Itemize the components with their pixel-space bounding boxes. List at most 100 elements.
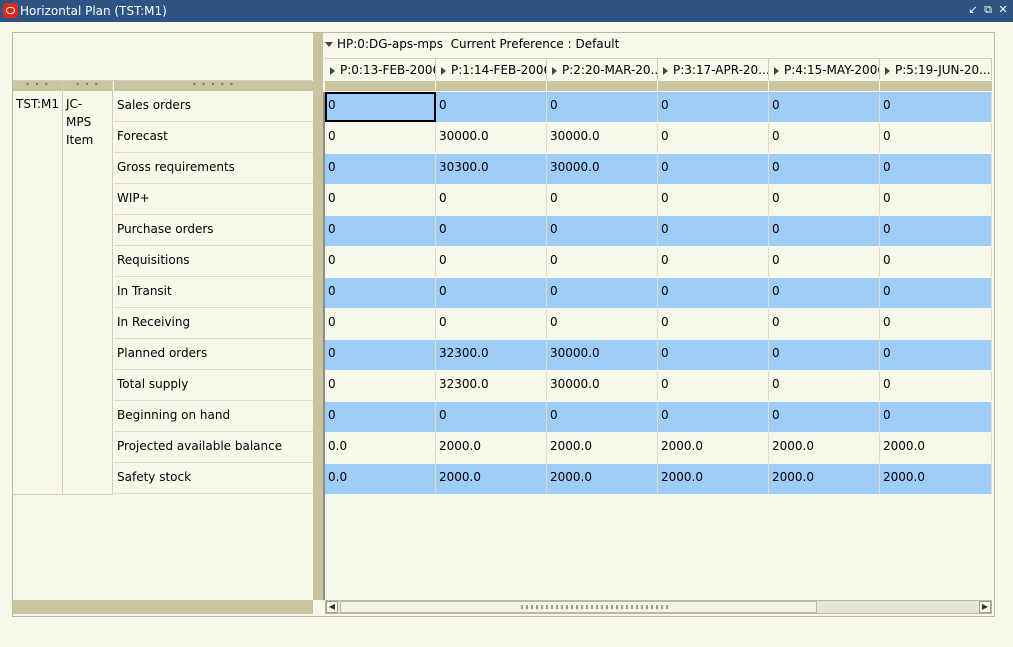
plan-cell[interactable]: 0 <box>436 402 547 432</box>
plan-cell[interactable]: 0 <box>325 309 436 339</box>
column-resize-grip[interactable]: • • • • • <box>114 81 313 91</box>
plan-cell[interactable]: 0 <box>769 402 880 432</box>
plan-cell[interactable]: 0 <box>658 247 769 277</box>
plan-cell[interactable]: 0.0 <box>325 464 436 494</box>
plan-cell[interactable]: 0 <box>547 185 658 215</box>
plan-cell[interactable]: 0 <box>880 371 992 401</box>
plan-cell[interactable]: 0 <box>880 92 992 122</box>
period-column-header[interactable]: P:1:14-FEB-2006 <box>436 58 547 80</box>
close-icon[interactable]: ✕ <box>996 3 1010 17</box>
plan-cell[interactable]: 0 <box>547 309 658 339</box>
plan-cell[interactable]: 0 <box>769 309 880 339</box>
plan-cell[interactable]: 0 <box>325 402 436 432</box>
plan-cell[interactable]: 0 <box>658 216 769 246</box>
plan-cell[interactable]: 0 <box>658 154 769 184</box>
plan-cell[interactable]: 0 <box>547 92 658 122</box>
plan-cell[interactable]: 2000.0 <box>658 464 769 494</box>
plan-cell[interactable]: 0 <box>436 216 547 246</box>
period-column-header[interactable]: P:4:15-MAY-2006 <box>769 58 880 80</box>
plan-cell[interactable]: 2000.0 <box>436 464 547 494</box>
plan-cell[interactable]: 0 <box>325 92 436 122</box>
expand-triangle-icon[interactable] <box>441 66 446 75</box>
plan-cell[interactable]: 0 <box>769 216 880 246</box>
plan-cell[interactable]: 0 <box>880 340 992 370</box>
plan-cell[interactable]: 0 <box>769 92 880 122</box>
plan-cell[interactable]: 30000.0 <box>436 123 547 153</box>
restore-icon[interactable]: ⧉ <box>981 3 995 17</box>
plan-cell[interactable]: 0 <box>325 185 436 215</box>
plan-cell[interactable]: 0 <box>769 247 880 277</box>
plan-cell[interactable]: 0 <box>325 216 436 246</box>
plan-cell[interactable]: 30300.0 <box>436 154 547 184</box>
plan-cell[interactable]: 0 <box>658 309 769 339</box>
minimize-icon[interactable]: ↙ <box>966 3 980 17</box>
plan-cell[interactable]: 0 <box>769 340 880 370</box>
plan-cell[interactable]: 2000.0 <box>436 433 547 463</box>
column-resize-grip[interactable] <box>880 81 992 91</box>
plan-cell[interactable]: 30000.0 <box>547 371 658 401</box>
plan-cell[interactable]: 0 <box>769 278 880 308</box>
plan-cell[interactable]: 0 <box>769 185 880 215</box>
plan-cell[interactable]: 0 <box>325 123 436 153</box>
plan-cell[interactable]: 0 <box>769 123 880 153</box>
plan-cell[interactable]: 2000.0 <box>769 464 880 494</box>
expand-triangle-icon[interactable] <box>663 66 668 75</box>
pane-splitter[interactable] <box>313 33 323 600</box>
plan-cell[interactable]: 30000.0 <box>547 154 658 184</box>
column-resize-grip[interactable] <box>658 81 768 91</box>
plan-cell[interactable]: 0 <box>769 154 880 184</box>
plan-cell[interactable]: 2000.0 <box>769 433 880 463</box>
plan-cell[interactable]: 0 <box>547 402 658 432</box>
plan-cell[interactable]: 0 <box>880 278 992 308</box>
plan-cell[interactable]: 30000.0 <box>547 340 658 370</box>
plan-cell[interactable]: 0 <box>880 154 992 184</box>
preference-bar[interactable]: HP:0:DG-aps-mps Current Preference : Def… <box>325 37 619 51</box>
plan-cell[interactable]: 32300.0 <box>436 371 547 401</box>
column-resize-grip[interactable] <box>769 81 879 91</box>
scroll-left-icon[interactable]: ◀ <box>326 601 338 613</box>
plan-cell[interactable]: 0 <box>436 278 547 308</box>
plan-cell[interactable]: 32300.0 <box>436 340 547 370</box>
plan-cell[interactable]: 0 <box>436 185 547 215</box>
plan-cell[interactable]: 0 <box>658 123 769 153</box>
column-resize-grip[interactable]: • • • <box>63 81 112 91</box>
column-resize-grip[interactable] <box>325 81 435 91</box>
collapse-triangle-icon[interactable] <box>325 42 333 47</box>
plan-cell[interactable]: 0 <box>325 340 436 370</box>
plan-cell[interactable]: 0 <box>769 371 880 401</box>
plan-cell[interactable]: 2000.0 <box>547 464 658 494</box>
plan-cell[interactable]: 0 <box>658 371 769 401</box>
column-resize-grip[interactable] <box>436 81 546 91</box>
expand-triangle-icon[interactable] <box>552 66 557 75</box>
plan-cell[interactable]: 2000.0 <box>880 433 992 463</box>
period-column-header[interactable]: P:2:20-MAR-20... <box>547 58 658 80</box>
plan-cell[interactable]: 0 <box>436 247 547 277</box>
plan-cell[interactable]: 0 <box>658 402 769 432</box>
plan-cell[interactable]: 0.0 <box>325 433 436 463</box>
plan-cell[interactable]: 0 <box>880 309 992 339</box>
plan-cell[interactable]: 0 <box>880 123 992 153</box>
horizontal-scrollbar[interactable]: ◀ ▶ <box>325 600 992 614</box>
period-column-header[interactable]: P:5:19-JUN-20... <box>880 58 992 80</box>
plan-cell[interactable]: 2000.0 <box>547 433 658 463</box>
plan-cell[interactable]: 0 <box>658 92 769 122</box>
plan-cell[interactable]: 0 <box>658 185 769 215</box>
column-resize-grip[interactable]: • • • <box>13 81 62 91</box>
expand-triangle-icon[interactable] <box>330 66 335 75</box>
plan-cell[interactable]: 30000.0 <box>547 123 658 153</box>
plan-cell[interactable]: 0 <box>325 278 436 308</box>
plan-cell[interactable]: 2000.0 <box>658 433 769 463</box>
plan-cell[interactable]: 0 <box>658 340 769 370</box>
plan-cell[interactable]: 0 <box>325 371 436 401</box>
scrollbar-thumb[interactable] <box>340 601 817 613</box>
expand-triangle-icon[interactable] <box>774 66 779 75</box>
plan-cell[interactable]: 2000.0 <box>880 464 992 494</box>
plan-cell[interactable]: 0 <box>880 185 992 215</box>
plan-cell[interactable]: 0 <box>880 216 992 246</box>
plan-cell[interactable]: 0 <box>658 278 769 308</box>
plan-cell[interactable]: 0 <box>436 309 547 339</box>
plan-cell[interactable]: 0 <box>547 247 658 277</box>
plan-cell[interactable]: 0 <box>880 402 992 432</box>
column-resize-grip[interactable] <box>547 81 657 91</box>
plan-cell[interactable]: 0 <box>325 154 436 184</box>
